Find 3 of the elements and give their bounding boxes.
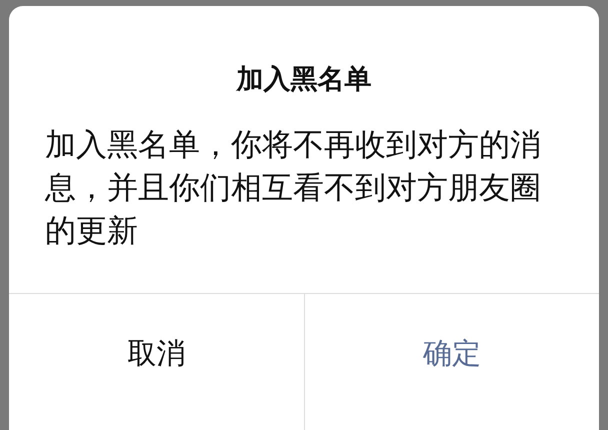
confirm-button[interactable]: 确定: [304, 294, 599, 430]
dialog-title: 加入黑名单: [236, 63, 372, 97]
dialog-message: 加入黑名单，你将不再收到对方的消息，并且你们相互看不到对方朋友圈的更新: [45, 126, 542, 251]
